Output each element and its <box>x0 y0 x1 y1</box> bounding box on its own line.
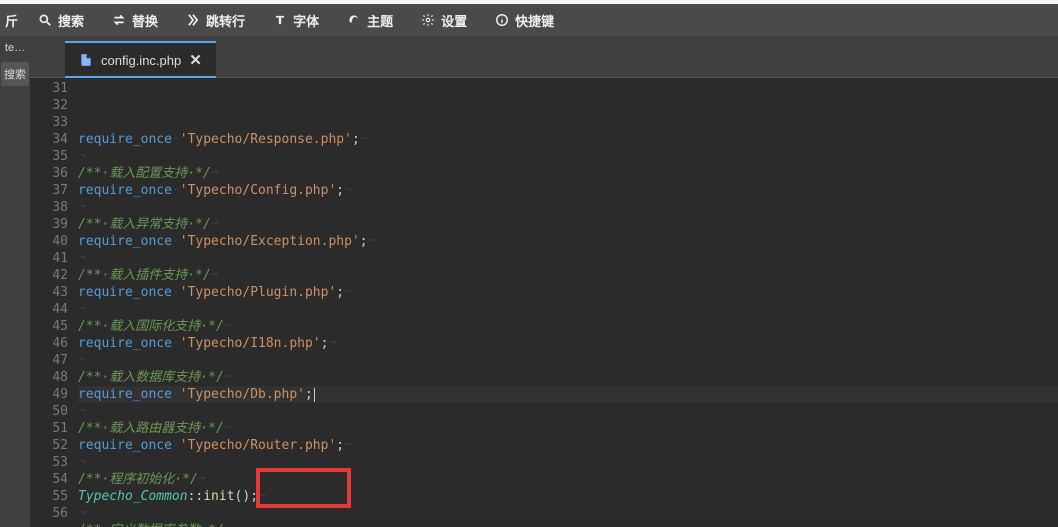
line-number: 41 <box>30 250 68 267</box>
sidebar-search-label[interactable]: 搜索 <box>1 62 29 86</box>
line-number: 31 <box>30 80 68 97</box>
code-line[interactable]: require_once·'Typecho/Config.php';¬ <box>78 182 1058 199</box>
toolbar: 斤 搜索 替换 跳转行 字体 主题 设置 <box>0 4 1058 36</box>
code-line[interactable]: ¬ <box>78 148 1058 165</box>
code-line[interactable]: ¬ <box>78 403 1058 420</box>
line-number: 52 <box>30 437 68 454</box>
line-number: 44 <box>30 301 68 318</box>
line-number: 33 <box>30 114 68 131</box>
tab-config[interactable]: config.inc.php ✕ <box>65 41 216 77</box>
code-line[interactable]: ¬ <box>78 505 1058 522</box>
replace-label: 替换 <box>132 11 158 30</box>
code-line[interactable]: require_once·'Typecho/Db.php'; <box>78 386 1058 403</box>
code-container[interactable]: ◀ 31323334353637383940414243444546474849… <box>30 78 1058 527</box>
goto-icon <box>186 13 200 27</box>
code-line[interactable]: Typecho_Common::init();¬ <box>78 488 1058 505</box>
line-number: 40 <box>30 233 68 250</box>
editor-area: config.inc.php ✕ ◀ 313233343536373839404… <box>30 36 1058 527</box>
code-line[interactable]: ¬ <box>78 199 1058 216</box>
gear-icon <box>421 13 435 27</box>
search-icon <box>38 13 52 27</box>
line-number: 35 <box>30 148 68 165</box>
text-cursor <box>314 388 315 402</box>
code-line[interactable]: ¬ <box>78 454 1058 471</box>
line-number: 51 <box>30 420 68 437</box>
info-icon <box>495 13 509 27</box>
line-number-gutter: 3132333435363738394041424344454647484950… <box>30 78 78 527</box>
line-number: 32 <box>30 97 68 114</box>
line-number: 48 <box>30 369 68 386</box>
code-line[interactable]: require_once·'Typecho/Plugin.php';¬ <box>78 284 1058 301</box>
line-number: 49 <box>30 386 68 403</box>
code-line[interactable]: /**·载入插件支持·*/¬ <box>78 267 1058 284</box>
goto-label: 跳转行 <box>206 11 245 30</box>
line-number: 34 <box>30 131 68 148</box>
toolbar-partial-item[interactable]: 斤 <box>5 11 24 30</box>
sidebar-partial-label[interactable]: te… <box>5 42 25 54</box>
settings-label: 设置 <box>441 11 467 30</box>
replace-button[interactable]: 替换 <box>98 4 172 36</box>
line-number: 42 <box>30 267 68 284</box>
line-number: 53 <box>30 454 68 471</box>
php-file-icon <box>79 53 93 67</box>
code-line[interactable]: require_once·'Typecho/Response.php';¬ <box>78 131 1058 148</box>
line-number: 39 <box>30 216 68 233</box>
theme-icon <box>347 13 361 27</box>
line-number: 46 <box>30 335 68 352</box>
line-number: 36 <box>30 165 68 182</box>
code-line[interactable]: require_once·'Typecho/Exception.php';¬ <box>78 233 1058 250</box>
code-line[interactable]: require_once·'Typecho/Router.php';¬ <box>78 437 1058 454</box>
tab-filename: config.inc.php <box>101 53 181 68</box>
code-content[interactable]: require_once·'Typecho/Response.php';¬¬/*… <box>78 78 1058 527</box>
theme-label: 主题 <box>367 11 393 30</box>
code-line[interactable]: /**·程序初始化·*/¬ <box>78 471 1058 488</box>
code-line[interactable]: /**·载入数据库支持·*/¬ <box>78 369 1058 386</box>
tab-bar: config.inc.php ✕ <box>30 36 1058 78</box>
goto-button[interactable]: 跳转行 <box>172 4 259 36</box>
code-line[interactable]: /**·载入配置支持·*/¬ <box>78 165 1058 182</box>
line-number: 43 <box>30 284 68 301</box>
shortcuts-button[interactable]: 快捷键 <box>481 4 568 36</box>
code-line[interactable]: ¬ <box>78 301 1058 318</box>
code-line[interactable]: require_once·'Typecho/I18n.php';¬ <box>78 335 1058 352</box>
code-line[interactable]: ¬ <box>78 352 1058 369</box>
font-icon <box>273 13 287 27</box>
line-number: 50 <box>30 403 68 420</box>
line-number: 47 <box>30 352 68 369</box>
main-area: te… 搜索 config.inc.php ✕ ◀ 31323334353637… <box>0 36 1058 527</box>
code-line[interactable]: /**·载入国际化支持·*/¬ <box>78 318 1058 335</box>
font-label: 字体 <box>293 11 319 30</box>
code-line[interactable]: /**·载入异常支持·*/¬ <box>78 216 1058 233</box>
shortcuts-label: 快捷键 <box>515 11 554 30</box>
search-label: 搜索 <box>58 11 84 30</box>
code-line[interactable]: /**·载入路由器支持·*/¬ <box>78 420 1058 437</box>
tab-close-icon[interactable]: ✕ <box>189 51 202 69</box>
code-line[interactable]: ¬ <box>78 250 1058 267</box>
line-number: 55 <box>30 488 68 505</box>
font-button[interactable]: 字体 <box>259 4 333 36</box>
code-line[interactable]: /**·定义数据库参数·*/¬ <box>78 522 1058 527</box>
line-number: 37 <box>30 182 68 199</box>
line-number: 56 <box>30 505 68 522</box>
settings-button[interactable]: 设置 <box>407 4 481 36</box>
theme-button[interactable]: 主题 <box>333 4 407 36</box>
search-button[interactable]: 搜索 <box>24 4 98 36</box>
line-number: 38 <box>30 199 68 216</box>
line-number: 54 <box>30 471 68 488</box>
line-number: 45 <box>30 318 68 335</box>
sidebar: te… 搜索 <box>0 36 30 527</box>
replace-icon <box>112 13 126 27</box>
